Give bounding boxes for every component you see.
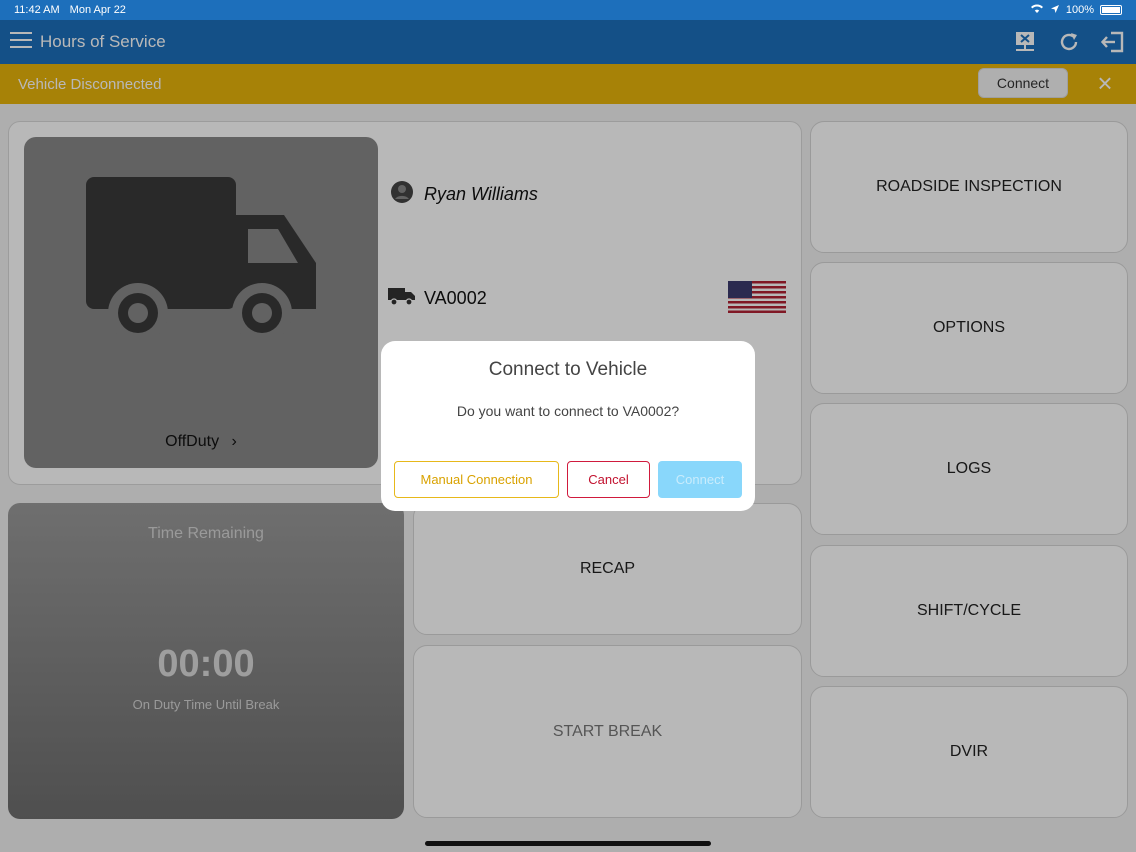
battery-percent: 100%: [1065, 4, 1094, 16]
wifi-icon: [1030, 3, 1044, 17]
status-date: Mon Apr 22: [69, 4, 126, 16]
home-indicator[interactable]: [425, 841, 711, 846]
dialog-connect-button[interactable]: Connect: [658, 461, 742, 498]
cancel-button[interactable]: Cancel: [567, 461, 650, 498]
battery-icon: [1100, 5, 1122, 15]
status-bar: 11:42 AM Mon Apr 22 100%: [0, 0, 1136, 20]
dialog-message: Do you want to connect to VA0002?: [456, 403, 680, 419]
status-time: 11:42 AM: [14, 4, 60, 16]
connect-vehicle-dialog: Connect to Vehicle Do you want to connec…: [381, 341, 755, 511]
manual-connection-button[interactable]: Manual Connection: [394, 461, 559, 498]
dialog-title: Connect to Vehicle: [488, 359, 648, 380]
location-icon: [1050, 4, 1060, 17]
status-indicators: 100%: [1030, 3, 1122, 17]
